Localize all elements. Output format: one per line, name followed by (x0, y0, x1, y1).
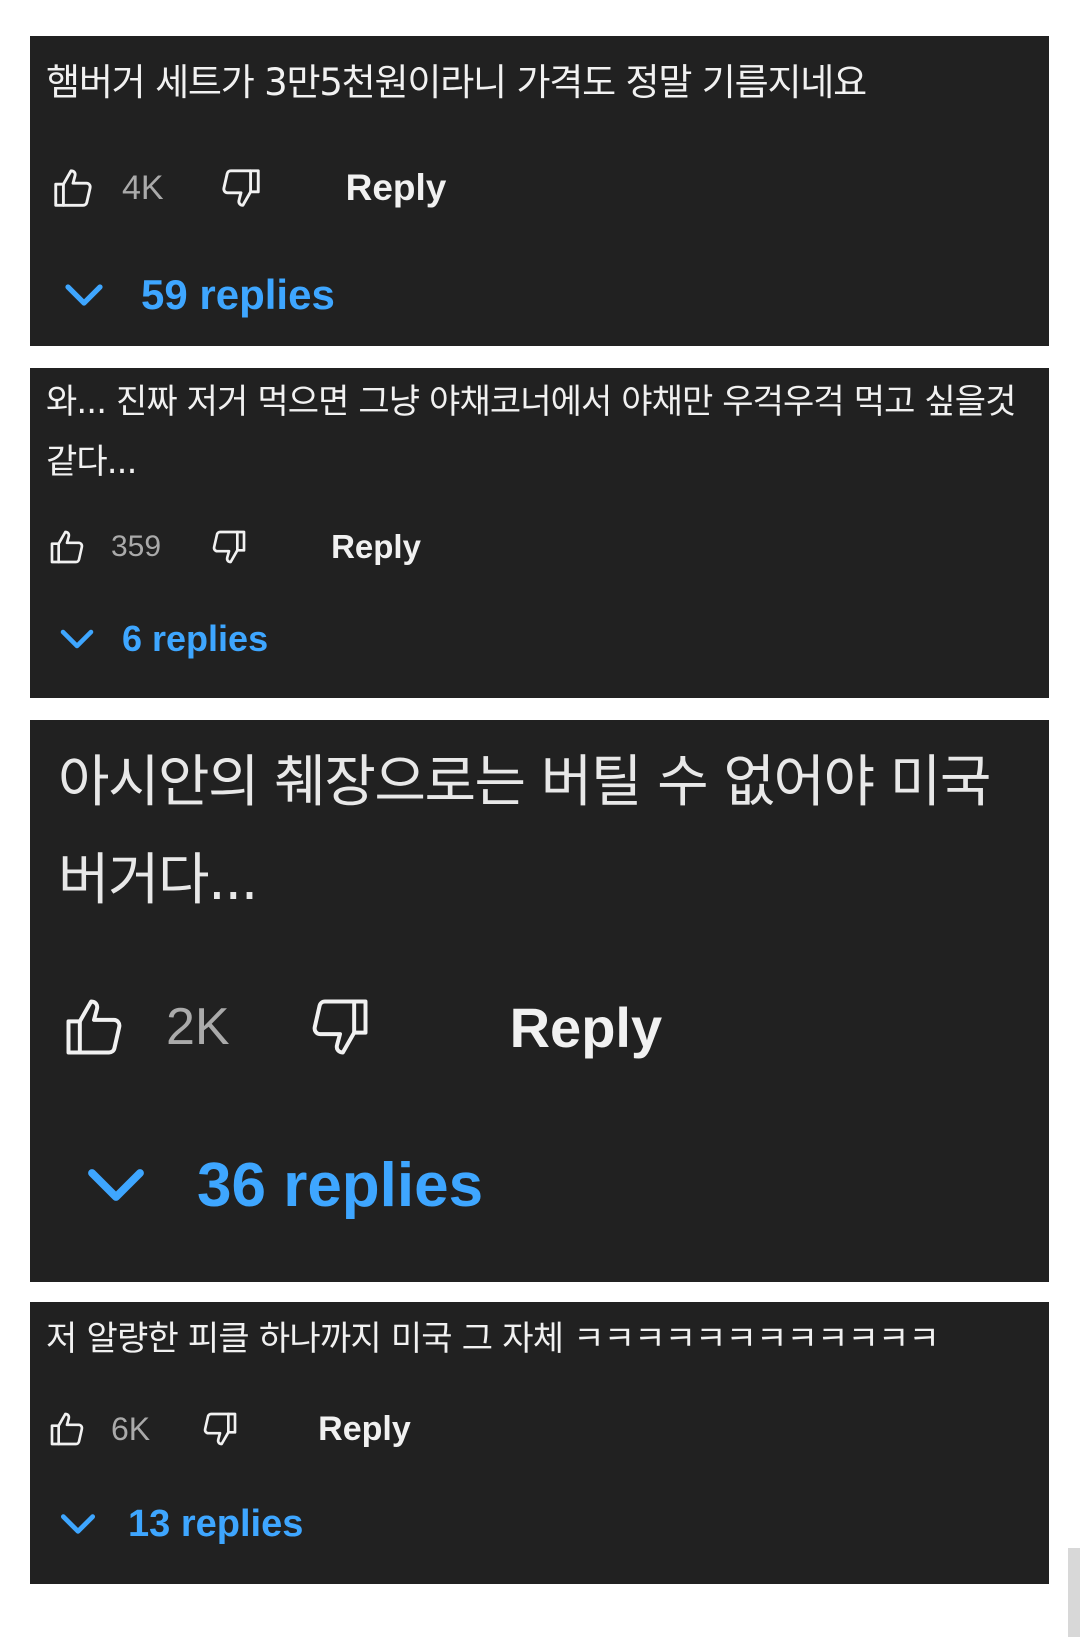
view-replies-button[interactable]: 6 replies (56, 613, 268, 665)
chevron-down-icon (56, 1502, 100, 1546)
replies-count-label: 6 replies (122, 618, 269, 659)
thumbs-down-icon[interactable] (209, 525, 249, 569)
comment-actions: 2K Reply (60, 982, 662, 1072)
thumbs-down-icon[interactable] (218, 163, 264, 213)
scrollbar[interactable] (1068, 1548, 1080, 1637)
thumbs-up-icon[interactable] (47, 525, 87, 569)
like-count: 2K (166, 998, 230, 1056)
comment-card: 햄버거 세트가 3만5천원이라니 가격도 정말 기름지네요 4K Reply 5… (30, 36, 1049, 346)
comment-card: 아시안의 췌장으로는 버틸 수 없어야 미국버거다... 2K Reply 36… (30, 720, 1049, 1282)
like-count: 6K (111, 1410, 151, 1447)
comment-text: 아시안의 췌장으로는 버틸 수 없어야 미국버거다... (58, 750, 991, 913)
thumbs-up-icon[interactable] (60, 990, 128, 1064)
replies-count-label: 36 replies (197, 1150, 484, 1220)
chevron-down-icon (60, 271, 108, 319)
view-replies-button[interactable]: 59 replies (60, 262, 335, 328)
comment-text: 와... 진짜 저거 먹으면 그냥 야채코너에서 야채만 우걱우걱 먹고 싶을것… (46, 382, 1016, 482)
reply-button[interactable]: Reply (346, 167, 447, 209)
replies-count-label: 59 replies (141, 271, 335, 318)
comment-actions: 6K Reply (47, 1400, 411, 1458)
comment-text: 햄버거 세트가 3만5천원이라니 가격도 정말 기름지네요 (46, 61, 867, 104)
reply-button[interactable]: Reply (331, 528, 421, 566)
reply-button[interactable]: Reply (510, 995, 663, 1060)
thumbs-down-icon[interactable] (200, 1407, 240, 1451)
chevron-down-icon (56, 618, 98, 660)
chevron-down-icon (80, 1149, 152, 1221)
replies-count-label: 13 replies (128, 1502, 304, 1545)
comment-text: 저 알량한 피클 하나까지 미국 그 자체 ㅋㅋㅋㅋㅋㅋㅋㅋㅋㅋㅋㅋ (46, 1319, 940, 1359)
comment-actions: 359 Reply (47, 518, 421, 576)
thumbs-up-icon[interactable] (50, 163, 96, 213)
like-count: 4K (122, 168, 164, 207)
thumbs-down-icon[interactable] (306, 990, 374, 1064)
thumbs-up-icon[interactable] (47, 1407, 87, 1451)
comment-actions: 4K Reply (50, 156, 446, 220)
view-replies-button[interactable]: 36 replies (80, 1140, 483, 1230)
comment-card: 저 알량한 피클 하나까지 미국 그 자체 ㅋㅋㅋㅋㅋㅋㅋㅋㅋㅋㅋㅋ 6K Re… (30, 1302, 1049, 1584)
comment-card: 와... 진짜 저거 먹으면 그냥 야채코너에서 야채만 우걱우걱 먹고 싶을것… (30, 368, 1049, 698)
view-replies-button[interactable]: 13 replies (56, 1496, 303, 1552)
reply-button[interactable]: Reply (318, 1410, 411, 1449)
like-count: 359 (111, 530, 162, 563)
